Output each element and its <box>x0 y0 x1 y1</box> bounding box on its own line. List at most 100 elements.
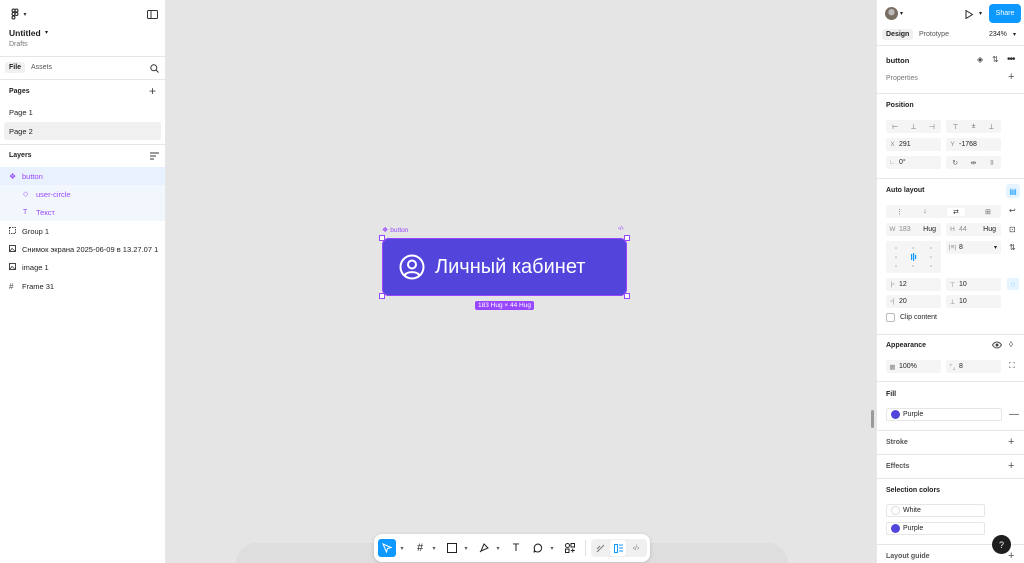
selection-color-purple[interactable]: Purple <box>886 522 985 535</box>
add-effect-icon[interactable]: + <box>1008 461 1014 472</box>
layer-row-text[interactable]: T Текст <box>0 203 165 221</box>
fill-swatch[interactable] <box>891 410 900 419</box>
padding-horizontal-field[interactable]: |▫ 12 <box>886 278 941 291</box>
pen-tool-icon[interactable] <box>476 540 492 556</box>
file-name-chevron-icon[interactable]: ▾ <box>45 29 48 36</box>
gap-chevron-icon[interactable]: ▾ <box>994 244 997 251</box>
page-item[interactable]: Page 1 <box>0 103 165 121</box>
white-swatch[interactable] <box>891 506 900 515</box>
flip-vertical-icon[interactable]: ⇳ <box>989 159 995 167</box>
tab-prototype[interactable]: Prototype <box>919 31 949 38</box>
search-icon[interactable] <box>149 63 159 73</box>
individual-padding-icon[interactable]: ◌ <box>1007 278 1019 290</box>
clip-content-checkbox[interactable] <box>886 313 895 322</box>
height-field[interactable]: H 44 Hug <box>946 223 1001 236</box>
chevron-down-icon[interactable]: ▾ <box>494 545 502 552</box>
comment-tool-icon[interactable] <box>530 540 546 556</box>
align-bottom-icon[interactable]: ⊥ <box>988 123 994 131</box>
flip-horizontal-icon[interactable]: ⇹ <box>971 159 977 167</box>
tab-assets[interactable]: Assets <box>31 64 52 71</box>
text-tool-icon[interactable]: T <box>508 540 524 556</box>
layer-list-options-icon[interactable] <box>149 151 159 160</box>
direction-horizontal-icon[interactable]: ⇄ <box>946 207 965 216</box>
wrap-icon[interactable]: ↩ <box>1009 206 1016 215</box>
chevron-down-icon[interactable]: ▾ <box>430 545 438 552</box>
resources-icon[interactable] <box>562 540 578 556</box>
layer-row-group[interactable]: Group 1 <box>0 222 165 240</box>
layer-row-user-circle[interactable]: ◇ user-circle <box>0 185 165 203</box>
align-right-icon[interactable]: ⊣ <box>929 123 935 131</box>
dev-mode-icon[interactable]: ‹/› <box>628 540 644 556</box>
direction-grid-icon[interactable]: ⊞ <box>985 208 991 216</box>
autolayout-settings-icon[interactable]: ⇅ <box>1009 243 1016 252</box>
tab-design[interactable]: Design <box>882 29 914 40</box>
width-field[interactable]: W 183 Hug <box>886 223 941 236</box>
remove-fill-icon[interactable]: — <box>1009 409 1019 420</box>
avatar[interactable] <box>885 7 898 20</box>
direction-wrap-icon[interactable]: ⋮ <box>896 208 903 216</box>
x-field[interactable]: X 291 <box>886 138 941 151</box>
padding-bottom-field[interactable]: ⊥ 10 <box>946 295 1001 308</box>
visibility-eye-icon[interactable] <box>991 341 1003 351</box>
frame-tool-icon[interactable]: # <box>412 540 428 556</box>
resize-handle[interactable] <box>624 235 630 241</box>
blend-mode-icon[interactable]: ◊ <box>1009 340 1013 349</box>
gap-field[interactable]: |≡| 8 ▾ <box>946 241 1001 254</box>
layer-row-screenshot[interactable]: Снимок экрана 2025-06-09 в 13.27.07 1 <box>0 240 165 258</box>
file-location[interactable]: Drafts <box>9 41 28 48</box>
component-set-icon[interactable]: ◈ <box>977 55 983 64</box>
fill-style-field[interactable]: Purple <box>886 408 1002 421</box>
rotation-field[interactable]: ∟ 0° <box>886 156 941 169</box>
resize-to-fit-icon[interactable]: ⊡ <box>1009 225 1016 234</box>
padding-vertical-field[interactable]: ⊤ 10 <box>946 278 1001 291</box>
selection-name[interactable]: button <box>886 56 909 65</box>
w-mode[interactable]: Hug <box>923 226 936 233</box>
align-center-h-icon[interactable]: ⊥ <box>910 123 916 131</box>
corner-radius-field[interactable]: ⌜⌟ 8 <box>946 360 1001 373</box>
layer-row-frame[interactable]: # Frame 31 <box>0 277 165 295</box>
add-page-icon[interactable]: + <box>149 84 156 98</box>
add-layout-guide-icon[interactable]: + <box>1008 551 1014 562</box>
page-item-active[interactable]: Page 2 <box>4 122 161 140</box>
selection-color-white[interactable]: White <box>886 504 985 517</box>
resize-handle[interactable] <box>624 293 630 299</box>
chevron-down-icon[interactable]: ▾ <box>398 545 406 552</box>
align-middle-icon[interactable]: ± <box>972 123 976 130</box>
add-stroke-icon[interactable]: + <box>1008 437 1014 448</box>
align-left-icon[interactable]: ⊢ <box>892 123 898 131</box>
figma-menu-icon[interactable]: ▾ <box>8 8 28 20</box>
design-mode-icon[interactable] <box>610 540 626 556</box>
zoom-level[interactable]: 234% <box>989 31 1007 38</box>
share-button[interactable]: Share <box>989 4 1021 23</box>
adjust-icon[interactable]: ⇅ <box>992 55 999 64</box>
purple-swatch[interactable] <box>891 524 900 533</box>
h-mode[interactable]: Hug <box>983 226 996 233</box>
layer-row-image[interactable]: image 1 <box>0 258 165 276</box>
shape-tool-icon[interactable] <box>444 540 460 556</box>
add-property-icon[interactable]: + <box>1008 72 1014 83</box>
resize-handle[interactable] <box>379 235 385 241</box>
file-name[interactable]: Untitled <box>9 28 41 38</box>
layer-row-button[interactable]: ❖ button <box>0 167 165 185</box>
align-top-icon[interactable]: ⊤ <box>952 123 958 131</box>
draw-mode-icon[interactable] <box>592 540 608 556</box>
autolayout-suggest-icon[interactable]: ▤ <box>1006 184 1020 198</box>
padding-right-field[interactable]: ▫| 20 <box>886 295 941 308</box>
individual-corners-icon[interactable]: ⛶ <box>1009 361 1015 371</box>
chevron-down-icon[interactable]: ▾ <box>548 545 556 552</box>
present-chevron-icon[interactable]: ▾ <box>979 10 982 17</box>
avatar-chevron-icon[interactable]: ▾ <box>900 10 903 17</box>
zoom-chevron-icon[interactable]: ▾ <box>1013 31 1016 38</box>
tab-file[interactable]: File <box>5 62 26 73</box>
toggle-sidebar-icon[interactable] <box>146 9 158 19</box>
resize-handle[interactable] <box>379 293 385 299</box>
code-icon[interactable]: ‹/› <box>618 226 624 232</box>
help-button[interactable]: ? <box>992 535 1011 554</box>
y-field[interactable]: Y -1768 <box>946 138 1001 151</box>
opacity-field[interactable]: ▦ 100% <box>886 360 941 373</box>
rotate-icon[interactable]: ↻ <box>952 159 958 167</box>
more-options-icon[interactable]: ••• <box>1007 54 1015 65</box>
alignment-grid[interactable] <box>886 241 941 273</box>
direction-vertical-icon[interactable]: ↓ <box>923 208 927 215</box>
chevron-down-icon[interactable]: ▾ <box>462 545 470 552</box>
